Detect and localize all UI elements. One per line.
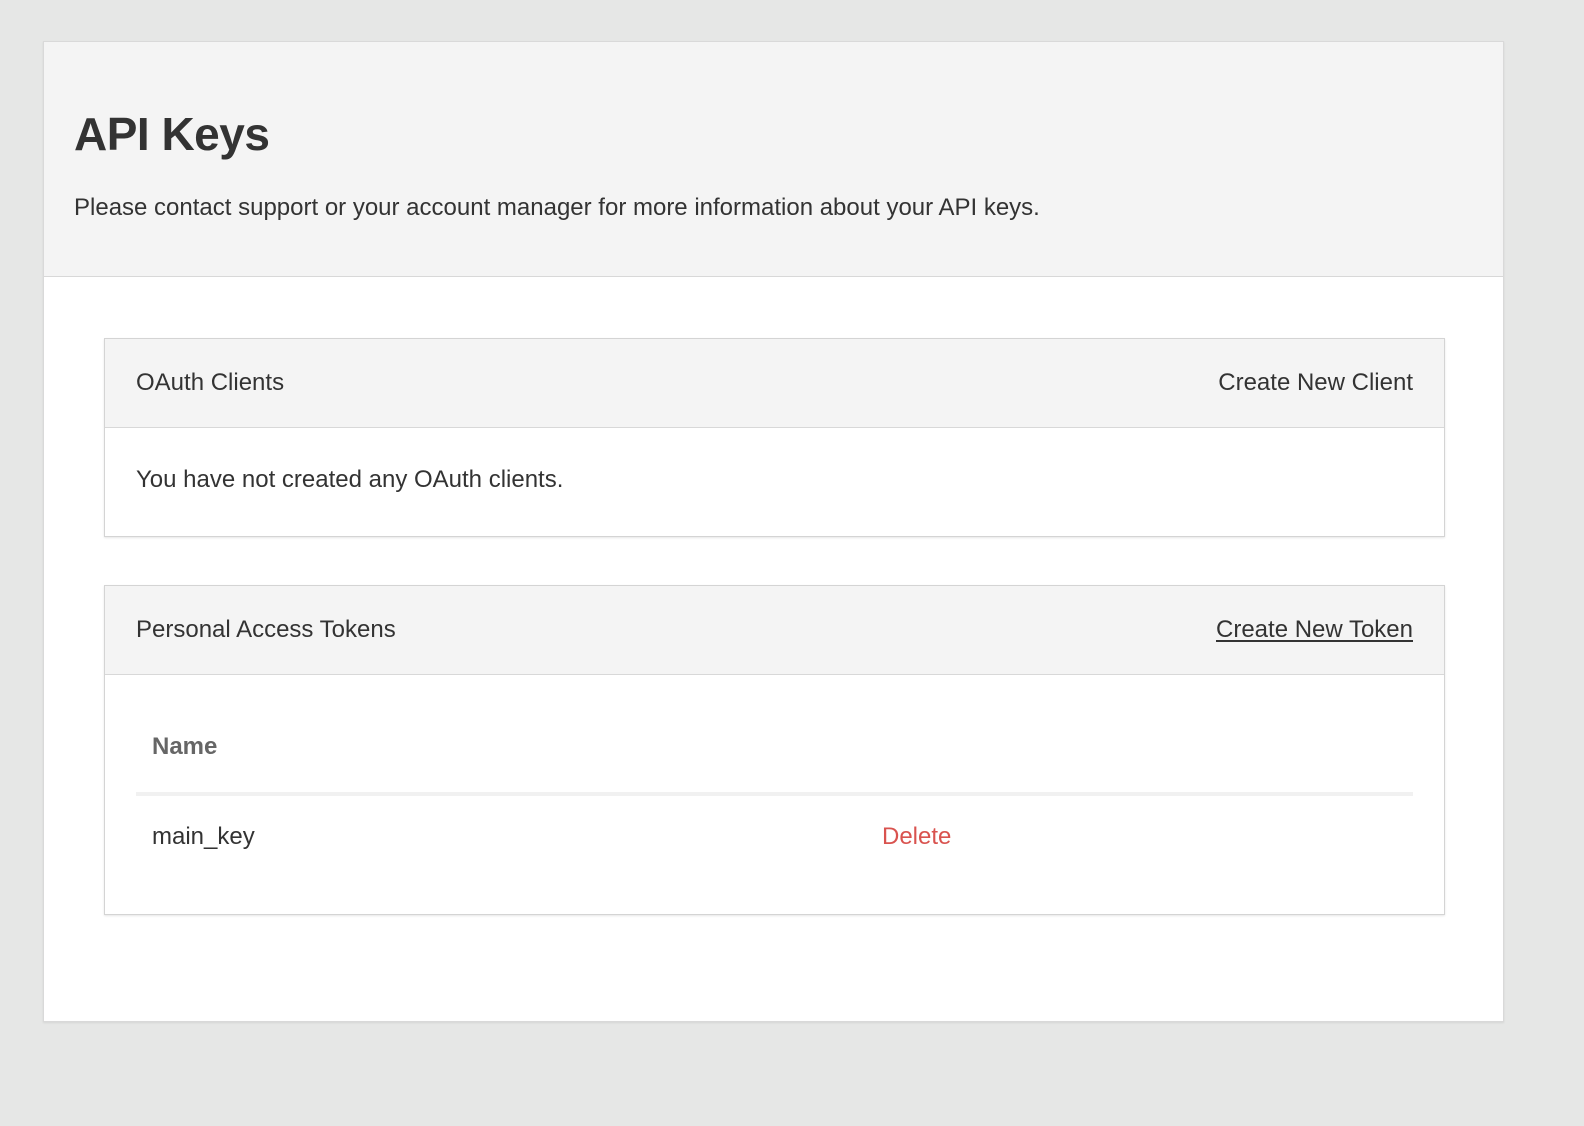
create-new-client-link[interactable]: Create New Client	[1218, 366, 1413, 400]
token-name-cell: main_key	[152, 823, 255, 850]
page-title: API Keys	[74, 108, 270, 160]
personal-access-tokens-panel-header: Personal Access Tokens Create New Token	[105, 586, 1444, 675]
oauth-clients-title: OAuth Clients	[136, 369, 285, 396]
delete-token-link[interactable]: Delete	[882, 820, 951, 854]
personal-access-tokens-title: Personal Access Tokens	[136, 616, 396, 643]
oauth-clients-empty-message: You have not created any OAuth clients.	[136, 466, 564, 493]
table-header-divider	[136, 792, 1413, 796]
page-header: API Keys Please contact support or your …	[44, 42, 1503, 277]
page-subtitle: Please contact support or your account m…	[74, 194, 1040, 221]
api-keys-card: API Keys Please contact support or your …	[43, 41, 1504, 1022]
oauth-clients-panel-header: OAuth Clients Create New Client	[105, 339, 1444, 428]
oauth-clients-panel: OAuth Clients Create New Client You have…	[104, 338, 1445, 537]
personal-access-tokens-panel: Personal Access Tokens Create New Token …	[104, 585, 1445, 915]
create-new-token-link[interactable]: Create New Token	[1216, 613, 1413, 647]
column-header-name: Name	[152, 733, 218, 760]
